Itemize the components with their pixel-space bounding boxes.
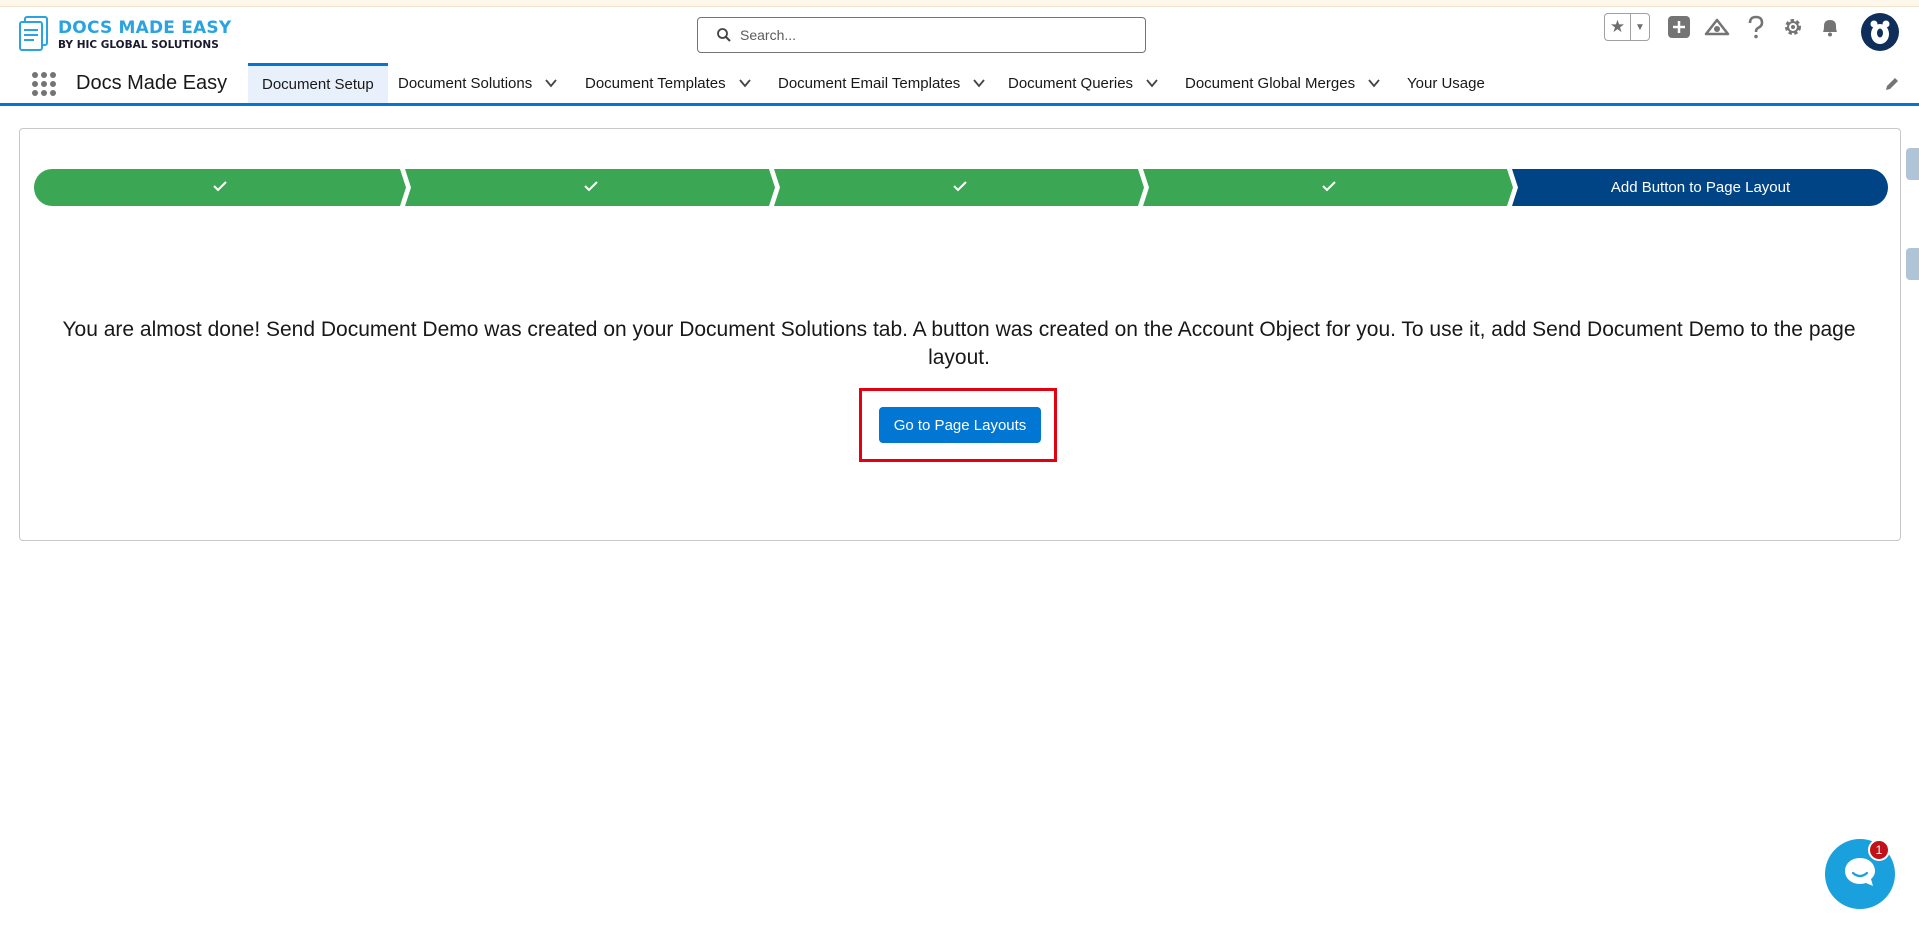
user-avatar[interactable] bbox=[1861, 13, 1899, 51]
checkmark-icon bbox=[211, 177, 229, 199]
search-icon bbox=[716, 27, 732, 43]
tab-document-templates[interactable]: Document Templates bbox=[571, 63, 766, 103]
tab-document-queries[interactable]: Document Queries bbox=[994, 63, 1173, 103]
path-step-label: Add Button to Page Layout bbox=[1610, 179, 1791, 196]
search-placeholder: Search... bbox=[740, 27, 797, 43]
checkmark-icon bbox=[1320, 177, 1338, 199]
trailhead-icon[interactable] bbox=[1704, 14, 1730, 40]
help-icon[interactable] bbox=[1743, 14, 1769, 40]
global-header: DOCS MADE EASY BY HIC GLOBAL SOLUTIONS S… bbox=[0, 7, 1919, 62]
app-navigation-bar: Docs Made Easy Document Setup Document S… bbox=[0, 62, 1919, 106]
path-step-complete[interactable] bbox=[775, 169, 1144, 206]
go-to-page-layouts-button[interactable]: Go to Page Layouts bbox=[879, 407, 1041, 443]
favorites-group: ★ ▼ bbox=[1604, 13, 1650, 41]
brand-logo[interactable]: DOCS MADE EASY BY HIC GLOBAL SOLUTIONS bbox=[16, 15, 231, 55]
chat-notification-badge: 1 bbox=[1868, 839, 1890, 861]
global-search-input[interactable]: Search... bbox=[697, 17, 1146, 53]
app-name: Docs Made Easy bbox=[76, 72, 228, 94]
checkmark-icon bbox=[582, 177, 600, 199]
path-step-current[interactable]: Add Button to Page Layout bbox=[1513, 169, 1888, 206]
tab-label: Document Global Merges bbox=[1185, 74, 1356, 92]
logo-subtitle: BY HIC GLOBAL SOLUTIONS bbox=[58, 38, 219, 51]
chevron-down-icon[interactable] bbox=[1367, 76, 1381, 90]
tab-label: Document Templates bbox=[585, 74, 726, 92]
setup-progress-path: Add Button to Page Layout bbox=[34, 169, 1888, 206]
side-panel-toggle[interactable] bbox=[1906, 248, 1919, 280]
completion-message: You are almost done! Send Document Demo … bbox=[62, 318, 1856, 369]
side-panel-toggle[interactable] bbox=[1906, 148, 1919, 180]
document-logo-icon bbox=[16, 15, 54, 55]
tab-label: Document Email Templates bbox=[778, 74, 961, 92]
tab-label: Document Queries bbox=[1008, 74, 1134, 92]
tab-your-usage[interactable]: Your Usage bbox=[1393, 63, 1499, 103]
favorites-menu-icon[interactable]: ▼ bbox=[1631, 14, 1649, 40]
favorites-star-icon[interactable]: ★ bbox=[1605, 14, 1631, 40]
path-step-complete[interactable] bbox=[34, 169, 406, 206]
app-launcher-icon[interactable] bbox=[32, 72, 56, 96]
logo-title: DOCS MADE EASY bbox=[58, 17, 232, 38]
chevron-down-icon[interactable] bbox=[738, 76, 752, 90]
chevron-down-icon[interactable] bbox=[544, 76, 558, 90]
notifications-bell-icon[interactable] bbox=[1817, 14, 1843, 40]
setup-gear-icon[interactable] bbox=[1780, 14, 1806, 40]
top-strip bbox=[0, 0, 1919, 7]
tab-label: Your Usage bbox=[1407, 74, 1485, 92]
path-step-complete[interactable] bbox=[1144, 169, 1513, 206]
edit-nav-pencil-icon[interactable] bbox=[1884, 76, 1900, 92]
chat-bubble-icon bbox=[1842, 855, 1878, 894]
tab-document-solutions[interactable]: Document Solutions bbox=[384, 63, 572, 103]
checkmark-icon bbox=[951, 177, 969, 199]
tab-document-global-merges[interactable]: Document Global Merges bbox=[1171, 63, 1395, 103]
tab-document-email-templates[interactable]: Document Email Templates bbox=[764, 63, 1000, 103]
tab-label: Document Solutions bbox=[398, 74, 533, 92]
path-step-complete[interactable] bbox=[406, 169, 775, 206]
global-create-icon[interactable] bbox=[1666, 14, 1692, 40]
tab-document-setup[interactable]: Document Setup bbox=[248, 63, 388, 103]
chevron-down-icon[interactable] bbox=[972, 76, 986, 90]
tab-label: Document Setup bbox=[262, 76, 374, 93]
chevron-down-icon[interactable] bbox=[1145, 76, 1159, 90]
